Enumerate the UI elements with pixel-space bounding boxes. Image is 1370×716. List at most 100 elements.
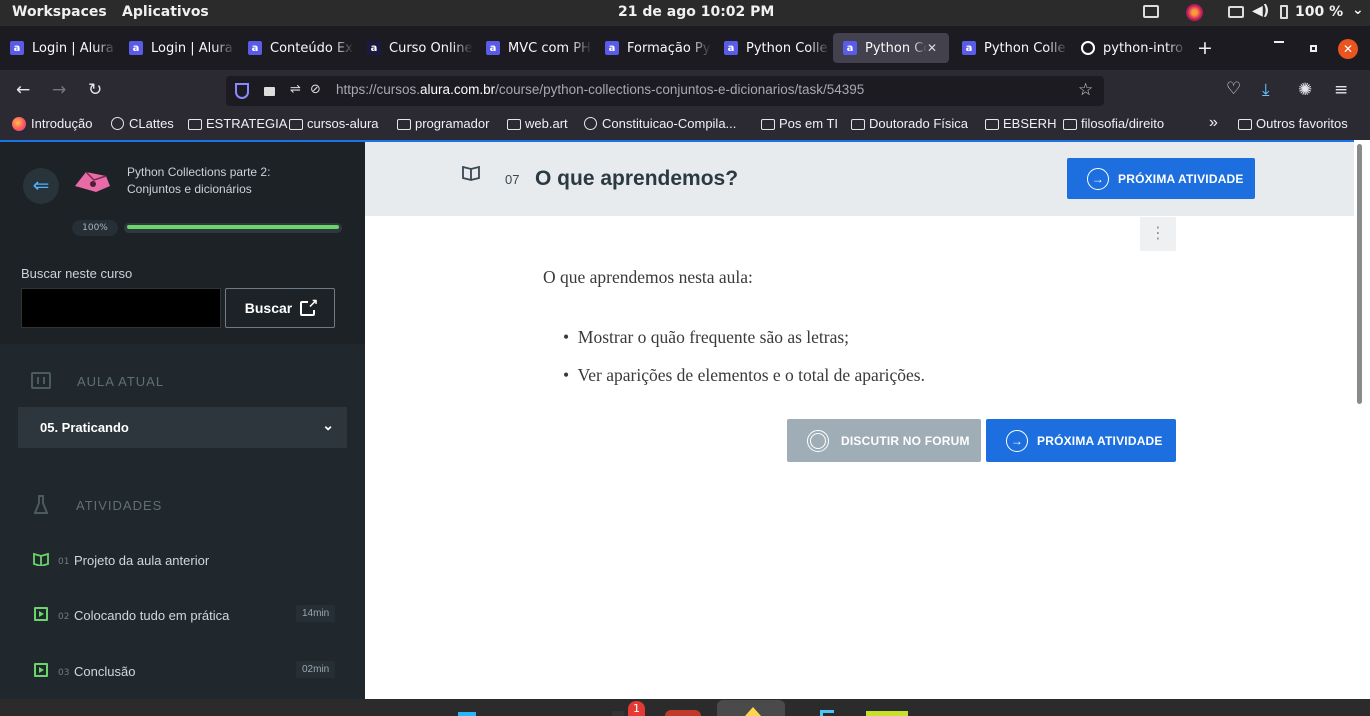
tab-title: Formação Py [627, 40, 711, 56]
firefox-icon [12, 116, 26, 131]
open-book-icon [462, 165, 480, 181]
flask-icon [33, 495, 49, 515]
more-options-icon[interactable]: ⋮ [1140, 217, 1176, 251]
applications-button[interactable]: Aplicativos [122, 4, 209, 20]
video-icon [34, 607, 48, 621]
activity-item[interactable]: 02 Colocando tudo em prática 14min [0, 597, 365, 633]
permissions-icon[interactable]: ⇌ [290, 82, 301, 97]
volume-icon[interactable]: ◀) [1252, 3, 1269, 19]
globe-icon [584, 117, 597, 130]
bookmark-estrategia[interactable]: ESTRATEGIA [188, 116, 287, 131]
pocket-icon[interactable]: ♡ [1226, 79, 1241, 99]
browser-tab[interactable]: a Python Colle [714, 33, 830, 63]
globe-icon [111, 117, 124, 130]
browser-tab[interactable]: a Curso Online [357, 33, 473, 63]
extension-icon[interactable]: ✺ [1298, 80, 1312, 100]
alura-icon: a [248, 41, 262, 55]
workspaces-button[interactable]: Workspaces [12, 4, 107, 20]
alura-icon: a [486, 41, 500, 55]
page-content: ⇐ Python Collections parte 2: Conjuntos … [0, 140, 1370, 701]
next-activity-button-bottom[interactable]: → PRÓXIMA ATIVIDADE [986, 419, 1176, 462]
github-icon [1081, 41, 1095, 55]
tab-title: Python Colle [984, 40, 1066, 56]
screen-icon[interactable] [1143, 5, 1159, 18]
close-window-icon[interactable]: ✕ [1338, 39, 1358, 59]
maximize-icon[interactable] [1310, 45, 1317, 52]
external-link-icon: ↗ [300, 295, 319, 316]
minimize-icon[interactable] [1274, 41, 1284, 43]
sidebar-lesson-panel: AULA ATUAL 05. Praticando ⌄ ATIVIDADES 0… [0, 344, 365, 701]
back-icon[interactable]: ← [16, 80, 30, 100]
bookmark-other-favorites[interactable]: Outros favoritos [1238, 116, 1348, 131]
download-icon[interactable]: ⤓ [1262, 80, 1270, 100]
browser-tab[interactable]: a Login | Alura [0, 33, 116, 63]
activity-item[interactable]: 03 Conclusão 02min [0, 653, 365, 689]
tab-title: Curso Online [389, 40, 473, 56]
browser-tab[interactable]: python-intro [1071, 33, 1187, 63]
app-indicator-icon[interactable] [1186, 4, 1203, 21]
scrollbar-thumb[interactable] [1357, 144, 1362, 404]
bookmark-pos-em-ti[interactable]: Pos em TI [761, 116, 838, 131]
new-tab-icon[interactable]: + [1197, 37, 1213, 59]
alura-icon: a [843, 41, 857, 55]
course-search-input[interactable] [21, 288, 221, 328]
notification-badge: 1 [628, 701, 645, 716]
back-to-course-icon[interactable]: ⇐ [23, 168, 59, 204]
shield-icon[interactable] [235, 83, 249, 99]
keyboard-icon[interactable] [1228, 6, 1244, 18]
lock-icon[interactable] [264, 87, 275, 96]
task-header: 07 O que aprendemos? → PRÓXIMA ATIVIDADE [365, 140, 1370, 216]
next-activity-button[interactable]: → PRÓXIMA ATIVIDADE [1067, 158, 1255, 199]
dock-app-icon[interactable] [612, 711, 624, 716]
bookmark-web-art[interactable]: web.art [507, 116, 568, 131]
close-tab-icon[interactable]: ✕ [927, 41, 941, 55]
search-label: Buscar neste curso [21, 266, 133, 281]
battery-level: 100 % [1295, 4, 1344, 20]
browser-tab[interactable]: a Python Co ✕ [833, 33, 949, 63]
list-item: • Ver aparições de elementos e o total d… [563, 365, 925, 385]
dock-app-icon[interactable] [820, 710, 834, 716]
search-button[interactable]: Buscar ↗ [225, 288, 335, 328]
battery-icon[interactable] [1280, 5, 1288, 19]
bookmark-cursos-alura[interactable]: cursos-alura [289, 116, 379, 131]
browser-tab[interactable]: a MVC com PH [476, 33, 592, 63]
forward-icon[interactable]: → [52, 80, 66, 100]
tracking-icon[interactable]: ⊘ [310, 82, 321, 97]
current-lesson-select[interactable]: 05. Praticando ⌄ [18, 407, 347, 448]
forum-button[interactable]: DISCUTIR NO FORUM [787, 419, 981, 462]
alura-icon: a [724, 41, 738, 55]
current-lesson-header: AULA ATUAL [77, 374, 165, 389]
alura-icon: a [605, 41, 619, 55]
bookmarks-overflow-icon[interactable]: » [1209, 114, 1218, 132]
browser-tab[interactable]: a Login | Alura [119, 33, 235, 63]
dock-active-app[interactable] [717, 700, 785, 716]
dock-app-icon[interactable] [665, 710, 701, 716]
browser-tab[interactable]: a Formação Py [595, 33, 711, 63]
bookmarks-bar: Introdução CLattes ESTRATEGIA cursos-alu… [0, 112, 1370, 140]
bookmark-constituicao[interactable]: Constituicao-Compila... [584, 116, 736, 131]
browser-tab[interactable]: a Python Colle [952, 33, 1068, 63]
bookmark-introducao[interactable]: Introdução [12, 116, 92, 131]
navigation-bar: ← → ↻ ⇌ ⊘ https://cursos.alura.com.br/co… [0, 70, 1370, 112]
activity-item[interactable]: 01 Projeto da aula anterior [0, 542, 365, 578]
dock-app-icon[interactable] [866, 711, 908, 716]
chevron-down-icon[interactable]: ⌄ [1352, 2, 1364, 18]
url-bar[interactable]: ⇌ ⊘ https://cursos.alura.com.br/course/p… [226, 76, 1104, 106]
bookmark-star-icon[interactable]: ☆ [1078, 80, 1093, 100]
menu-icon[interactable]: ≡ [1334, 80, 1348, 100]
bookmark-filosofia-direito[interactable]: filosofia/direito [1063, 116, 1164, 131]
browser-tab[interactable]: a Conteúdo Ex [238, 33, 354, 63]
dock-app-icon[interactable] [458, 712, 476, 716]
url-text[interactable]: https://cursos.alura.com.br/course/pytho… [336, 82, 864, 97]
bookmark-programador[interactable]: programador [397, 116, 489, 131]
clock[interactable]: 21 de ago 10:02 PM [618, 4, 774, 20]
course-logo [72, 166, 112, 196]
reload-icon[interactable]: ↻ [88, 80, 102, 100]
course-title[interactable]: Python Collections parte 2: Conjuntos e … [127, 164, 270, 198]
bookmark-clattes[interactable]: CLattes [111, 116, 174, 131]
scrollbar[interactable] [1354, 140, 1370, 699]
tab-title: MVC com PH [508, 40, 591, 56]
bookmark-doutorado-fisica[interactable]: Doutorado Física [851, 116, 968, 131]
bookmark-ebserh[interactable]: EBSERH [985, 116, 1056, 131]
arrow-right-icon: → [1006, 429, 1028, 452]
